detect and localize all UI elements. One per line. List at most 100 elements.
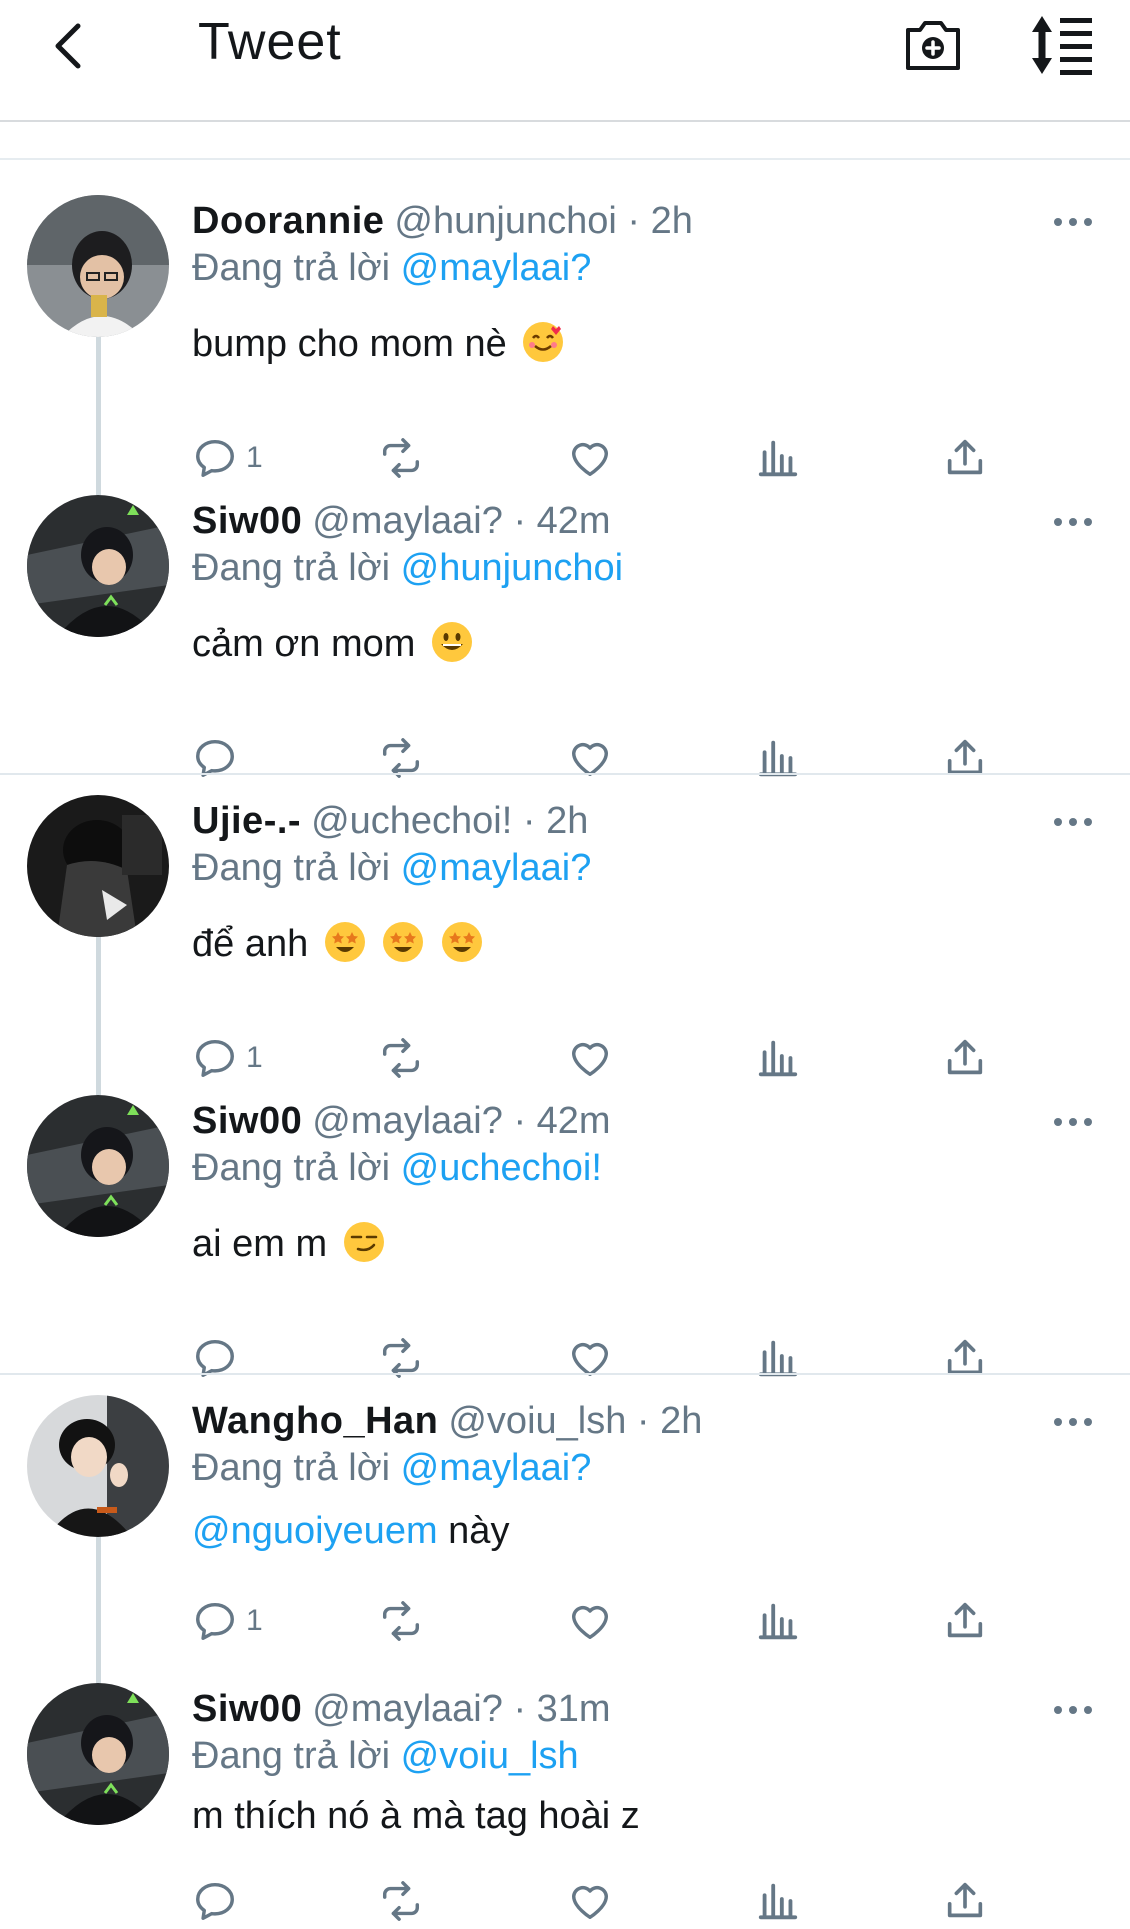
- handle-time: @maylaai? · 42m: [312, 500, 611, 542]
- reply-mention[interactable]: @maylaai?: [401, 1447, 592, 1489]
- share-icon: [942, 435, 988, 481]
- display-name[interactable]: Doorannie: [192, 200, 384, 242]
- tweet-text: @nguoiyeuem này: [192, 1510, 509, 1553]
- divider: [0, 773, 1130, 775]
- reply-icon: [192, 435, 238, 481]
- retweet-icon: [378, 1035, 424, 1081]
- smiling-face-with-hearts-icon: [523, 322, 564, 362]
- avatar[interactable]: [27, 495, 169, 637]
- reply-button[interactable]: [192, 730, 246, 786]
- sort-icon[interactable]: [1028, 12, 1096, 78]
- tweet-header: Doorannie @hunjunchoi · 2h: [192, 200, 693, 243]
- avatar[interactable]: [27, 195, 169, 337]
- like-button[interactable]: [567, 1330, 613, 1386]
- tweet-text: cảm ơn mom: [192, 622, 472, 666]
- reply-mention[interactable]: @uchechoi!: [401, 1147, 602, 1189]
- avatar[interactable]: [27, 795, 169, 937]
- star-struck-icon: [383, 922, 424, 962]
- display-name[interactable]: Ujie-.-: [192, 800, 301, 842]
- avatar[interactable]: [27, 1095, 169, 1237]
- display-name[interactable]: Siw00: [192, 1100, 302, 1142]
- camera-plus-icon[interactable]: [902, 14, 964, 76]
- text-mention[interactable]: @nguoiyeuem: [192, 1510, 438, 1552]
- like-button[interactable]: [567, 1873, 613, 1929]
- thread-line: [96, 335, 101, 495]
- share-button[interactable]: [942, 1873, 988, 1929]
- reply-button[interactable]: 1: [192, 1030, 263, 1086]
- tweet-text-content: để anh: [192, 923, 309, 965]
- analytics-button[interactable]: [755, 730, 801, 786]
- tweet-text: để anh: [192, 922, 482, 966]
- replying-to: Đang trả lời @voiu_lsh: [192, 1735, 579, 1778]
- reply-mention[interactable]: @hunjunchoi: [401, 547, 623, 589]
- analytics-icon: [755, 1598, 801, 1644]
- replying-to: Đang trả lời @maylaai?: [192, 247, 591, 290]
- share-button[interactable]: [942, 1330, 988, 1386]
- tweet-actions: [192, 1330, 1012, 1386]
- replying-to: Đang trả lời @hunjunchoi: [192, 547, 623, 590]
- retweet-button[interactable]: [378, 430, 424, 486]
- avatar[interactable]: [27, 1395, 169, 1537]
- like-button[interactable]: [567, 1030, 613, 1086]
- retweet-icon: [378, 1878, 424, 1924]
- heart-icon: [567, 435, 613, 481]
- thread-line: [96, 935, 101, 1095]
- analytics-button[interactable]: [755, 1330, 801, 1386]
- tweet-text-content: m thích nó à mà tag hoài z: [192, 1795, 640, 1837]
- like-button[interactable]: [567, 730, 613, 786]
- more-icon[interactable]: [1048, 1107, 1098, 1137]
- analytics-button[interactable]: [755, 1593, 801, 1649]
- divider: [0, 158, 1130, 160]
- like-button[interactable]: [567, 1593, 613, 1649]
- more-icon[interactable]: [1048, 807, 1098, 837]
- back-arrow-icon[interactable]: [36, 10, 106, 80]
- heart-icon: [567, 1598, 613, 1644]
- share-button[interactable]: [942, 1593, 988, 1649]
- reply-mention[interactable]: @maylaai?: [401, 847, 592, 889]
- like-button[interactable]: [567, 430, 613, 486]
- more-icon[interactable]: [1048, 207, 1098, 237]
- avatar[interactable]: [27, 1683, 169, 1825]
- grinning-face-icon: [431, 622, 472, 662]
- handle-time: @uchechoi! · 2h: [311, 800, 589, 842]
- tweet-header: Siw00 @maylaai? · 31m: [192, 1688, 611, 1731]
- reply-button[interactable]: 1: [192, 430, 263, 486]
- tweet-header: Ujie-.- @uchechoi! · 2h: [192, 800, 588, 843]
- analytics-button[interactable]: [755, 430, 801, 486]
- retweet-button[interactable]: [378, 730, 424, 786]
- reply-count: 1: [246, 441, 263, 474]
- tweet-text: m thích nó à mà tag hoài z: [192, 1795, 640, 1838]
- star-struck-icon: [324, 922, 365, 962]
- display-name[interactable]: Siw00: [192, 1688, 302, 1730]
- tweet-text: bump cho mom nè: [192, 322, 564, 366]
- retweet-button[interactable]: [378, 1030, 424, 1086]
- share-button[interactable]: [942, 730, 988, 786]
- reply-prefix: Đang trả lời: [192, 1735, 391, 1777]
- retweet-button[interactable]: [378, 1330, 424, 1386]
- share-button[interactable]: [942, 430, 988, 486]
- heart-icon: [567, 1035, 613, 1081]
- reply-mention[interactable]: @maylaai?: [401, 247, 592, 289]
- retweet-icon: [378, 1598, 424, 1644]
- reply-prefix: Đang trả lời: [192, 1447, 391, 1489]
- more-icon[interactable]: [1048, 1695, 1098, 1725]
- reply-button[interactable]: [192, 1873, 246, 1929]
- heart-icon: [567, 1878, 613, 1924]
- more-icon[interactable]: [1048, 507, 1098, 537]
- reply-button[interactable]: 1: [192, 1593, 263, 1649]
- tweet-actions: [192, 730, 1012, 786]
- divider: [0, 1373, 1130, 1375]
- reply-mention[interactable]: @voiu_lsh: [401, 1735, 579, 1777]
- display-name[interactable]: Siw00: [192, 500, 302, 542]
- share-button[interactable]: [942, 1030, 988, 1086]
- analytics-button[interactable]: [755, 1873, 801, 1929]
- more-icon[interactable]: [1048, 1407, 1098, 1437]
- display-name[interactable]: Wangho_Han: [192, 1400, 438, 1442]
- share-icon: [942, 1598, 988, 1644]
- analytics-button[interactable]: [755, 1030, 801, 1086]
- reply-button[interactable]: [192, 1330, 246, 1386]
- retweet-button[interactable]: [378, 1873, 424, 1929]
- handle-time: @maylaai? · 31m: [312, 1688, 611, 1730]
- retweet-button[interactable]: [378, 1593, 424, 1649]
- tweet-header: Siw00 @maylaai? · 42m: [192, 1100, 611, 1143]
